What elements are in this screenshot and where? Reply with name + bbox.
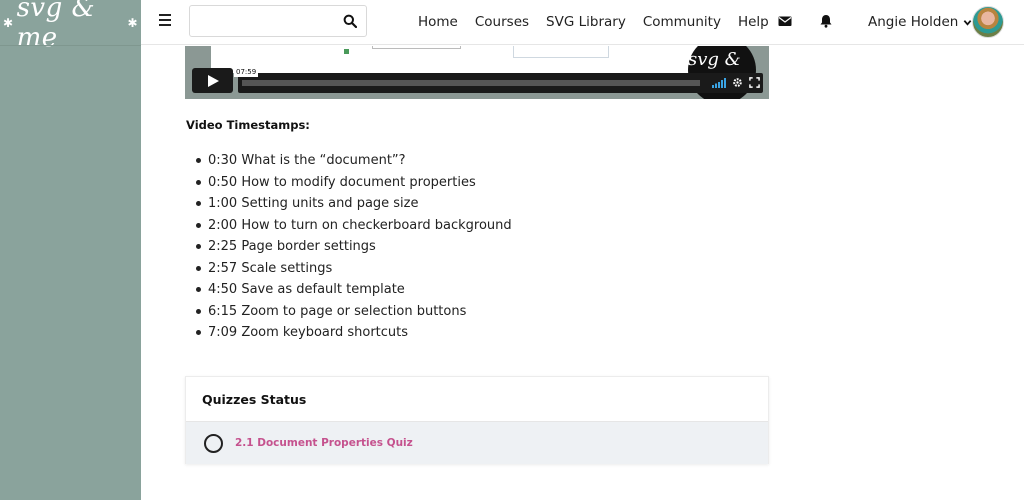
logo[interactable]: ✱ svg & me ✱ (0, 0, 141, 53)
nav-home[interactable]: Home (418, 14, 458, 30)
menu-icon[interactable] (159, 14, 171, 28)
avatar[interactable] (972, 6, 1004, 38)
user-menu[interactable]: Angie Holden (868, 0, 972, 44)
progress-bar[interactable] (242, 80, 700, 86)
play-button[interactable] (192, 68, 233, 93)
bell-icon[interactable] (819, 14, 833, 28)
frame-icon (344, 49, 349, 54)
list-item: 6:15 Zoom to page or selection buttons (186, 301, 512, 323)
nav-svg-library[interactable]: SVG Library (546, 14, 626, 30)
top-bar: Home Courses SVG Library Community Help … (141, 0, 1024, 45)
video-player[interactable]: svg & me 07:59 (185, 46, 769, 99)
main-nav: Home Courses SVG Library Community Help (418, 0, 786, 44)
list-item: 2:57 Scale settings (186, 258, 512, 280)
list-item: 0:50 How to modify document properties (186, 172, 512, 194)
user-name: Angie Holden (868, 14, 959, 30)
video-frame (211, 46, 711, 73)
chevron-down-icon (963, 19, 972, 26)
search-input[interactable] (190, 6, 330, 36)
timestamps-heading: Video Timestamps: (186, 118, 310, 132)
frame-panel (372, 46, 461, 49)
sparkle-icon: ✱ (3, 15, 14, 30)
list-item: 2:25 Page border settings (186, 236, 512, 258)
search-box[interactable] (189, 5, 367, 37)
quizzes-status-title: Quizzes Status (186, 377, 768, 422)
nav-courses[interactable]: Courses (475, 14, 529, 30)
list-item: 0:30 What is the “document”? (186, 150, 512, 172)
quiz-link[interactable]: 2.1 Document Properties Quiz (235, 437, 413, 449)
search-icon[interactable] (343, 14, 357, 28)
fullscreen-icon[interactable] (749, 77, 760, 88)
time-tooltip: 07:59 (234, 67, 259, 77)
sidebar-divider (0, 45, 141, 46)
nav-community[interactable]: Community (643, 14, 721, 30)
gear-icon[interactable] (732, 77, 743, 88)
list-item: 7:09 Zoom keyboard shortcuts (186, 322, 512, 344)
nav-help[interactable]: Help (738, 14, 769, 30)
quizzes-status-card: Quizzes Status 2.1 Document Properties Q… (185, 376, 769, 464)
sidebar: ✱ svg & me ✱ (0, 0, 141, 500)
list-item: 4:50 Save as default template (186, 279, 512, 301)
timestamps-list: 0:30 What is the “document”? 0:50 How to… (186, 150, 512, 344)
video-controls (238, 73, 763, 93)
list-item: 1:00 Setting units and page size (186, 193, 512, 215)
frame-panel (513, 46, 609, 58)
volume-icon[interactable] (712, 78, 726, 88)
sparkle-icon: ✱ (127, 15, 138, 30)
envelope-icon[interactable] (778, 14, 792, 28)
status-circle-icon (204, 433, 223, 453)
quiz-row[interactable]: 2.1 Document Properties Quiz (186, 422, 768, 464)
list-item: 2:00 How to turn on checkerboard backgro… (186, 215, 512, 237)
